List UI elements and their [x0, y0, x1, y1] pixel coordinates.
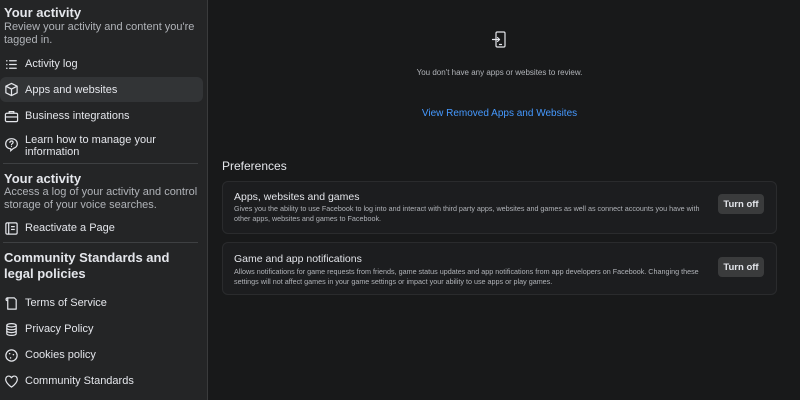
sidebar-item-apps-and-websites[interactable]: Apps and websites: [0, 77, 203, 102]
cookie-icon: [1, 345, 21, 365]
section-description-your-activity: Review your activity and content you're …: [4, 21, 195, 46]
preference-card-game-app-notifications: Game and app notifications Allows notifi…: [222, 242, 777, 295]
sidebar-item-learn-manage-information[interactable]: Learn how to manage your information: [0, 132, 203, 159]
card-title: Apps, websites and games: [234, 191, 360, 203]
cube-icon: [1, 80, 21, 100]
sidebar-item-label: Business integrations: [25, 110, 130, 122]
section-divider: [3, 163, 198, 164]
sidebar-item-label: Activity log: [25, 58, 78, 70]
sidebar-item-label: Terms of Service: [25, 297, 107, 309]
sidebar-item-cookies-policy[interactable]: Cookies policy: [0, 343, 203, 367]
empty-state-message: You don't have any apps or websites to r…: [416, 68, 583, 77]
sidebar-item-label: Community Standards: [25, 375, 134, 387]
sidebar-item-reactivate-page[interactable]: Reactivate a Page: [0, 216, 203, 240]
sidebar-item-privacy-policy[interactable]: Privacy Policy: [0, 317, 203, 341]
preferences-heading: Preferences: [222, 159, 287, 173]
device-login-icon: [490, 30, 510, 50]
card-title: Game and app notifications: [234, 253, 362, 265]
sidebar-item-label: Privacy Policy: [25, 323, 94, 335]
sidebar-item-label: Cookies policy: [25, 349, 96, 361]
view-removed-apps-link[interactable]: View Removed Apps and Websites: [209, 108, 790, 119]
section-description-your-activity-2: Access a log of your activity and contro…: [4, 186, 198, 211]
heart-icon: [1, 371, 21, 391]
terms-icon: [1, 293, 21, 313]
sidebar-item-activity-log[interactable]: Activity log: [0, 52, 203, 76]
section-title-legal-policies: Community Standards and legal policies: [4, 250, 170, 281]
card-description: Gives you the ability to use Facebook to…: [234, 204, 700, 223]
turn-off-apps-button[interactable]: Turn off: [718, 194, 764, 214]
database-icon: [1, 319, 21, 339]
card-description: Allows notifications for game requests f…: [234, 267, 699, 286]
section-title-your-activity-2: Your activity: [4, 171, 82, 186]
sidebar-item-label: Apps and websites: [25, 83, 118, 96]
sidebar-item-label: Reactivate a Page: [25, 222, 115, 234]
sidebar-item-community-standards[interactable]: Community Standards: [0, 369, 203, 393]
sidebar-item-terms-of-service[interactable]: Terms of Service: [0, 291, 203, 315]
main-content: You don't have any apps or websites to r…: [209, 0, 800, 400]
briefcase-icon: [1, 106, 21, 126]
section-divider: [3, 242, 198, 243]
section-title-your-activity: Your activity: [4, 5, 82, 20]
sidebar-item-business-integrations[interactable]: Business integrations: [0, 104, 203, 128]
preference-card-apps-websites-games: Apps, websites and games Gives you the a…: [222, 181, 777, 234]
page-icon: [1, 218, 21, 238]
settings-page: Your activity Review your activity and c…: [0, 0, 800, 400]
list-icon: [1, 54, 21, 74]
help-icon: [1, 134, 21, 154]
sidebar-item-label: Learn how to manage your information: [25, 134, 156, 158]
turn-off-notifications-button[interactable]: Turn off: [718, 257, 764, 277]
sidebar: Your activity Review your activity and c…: [0, 0, 208, 400]
